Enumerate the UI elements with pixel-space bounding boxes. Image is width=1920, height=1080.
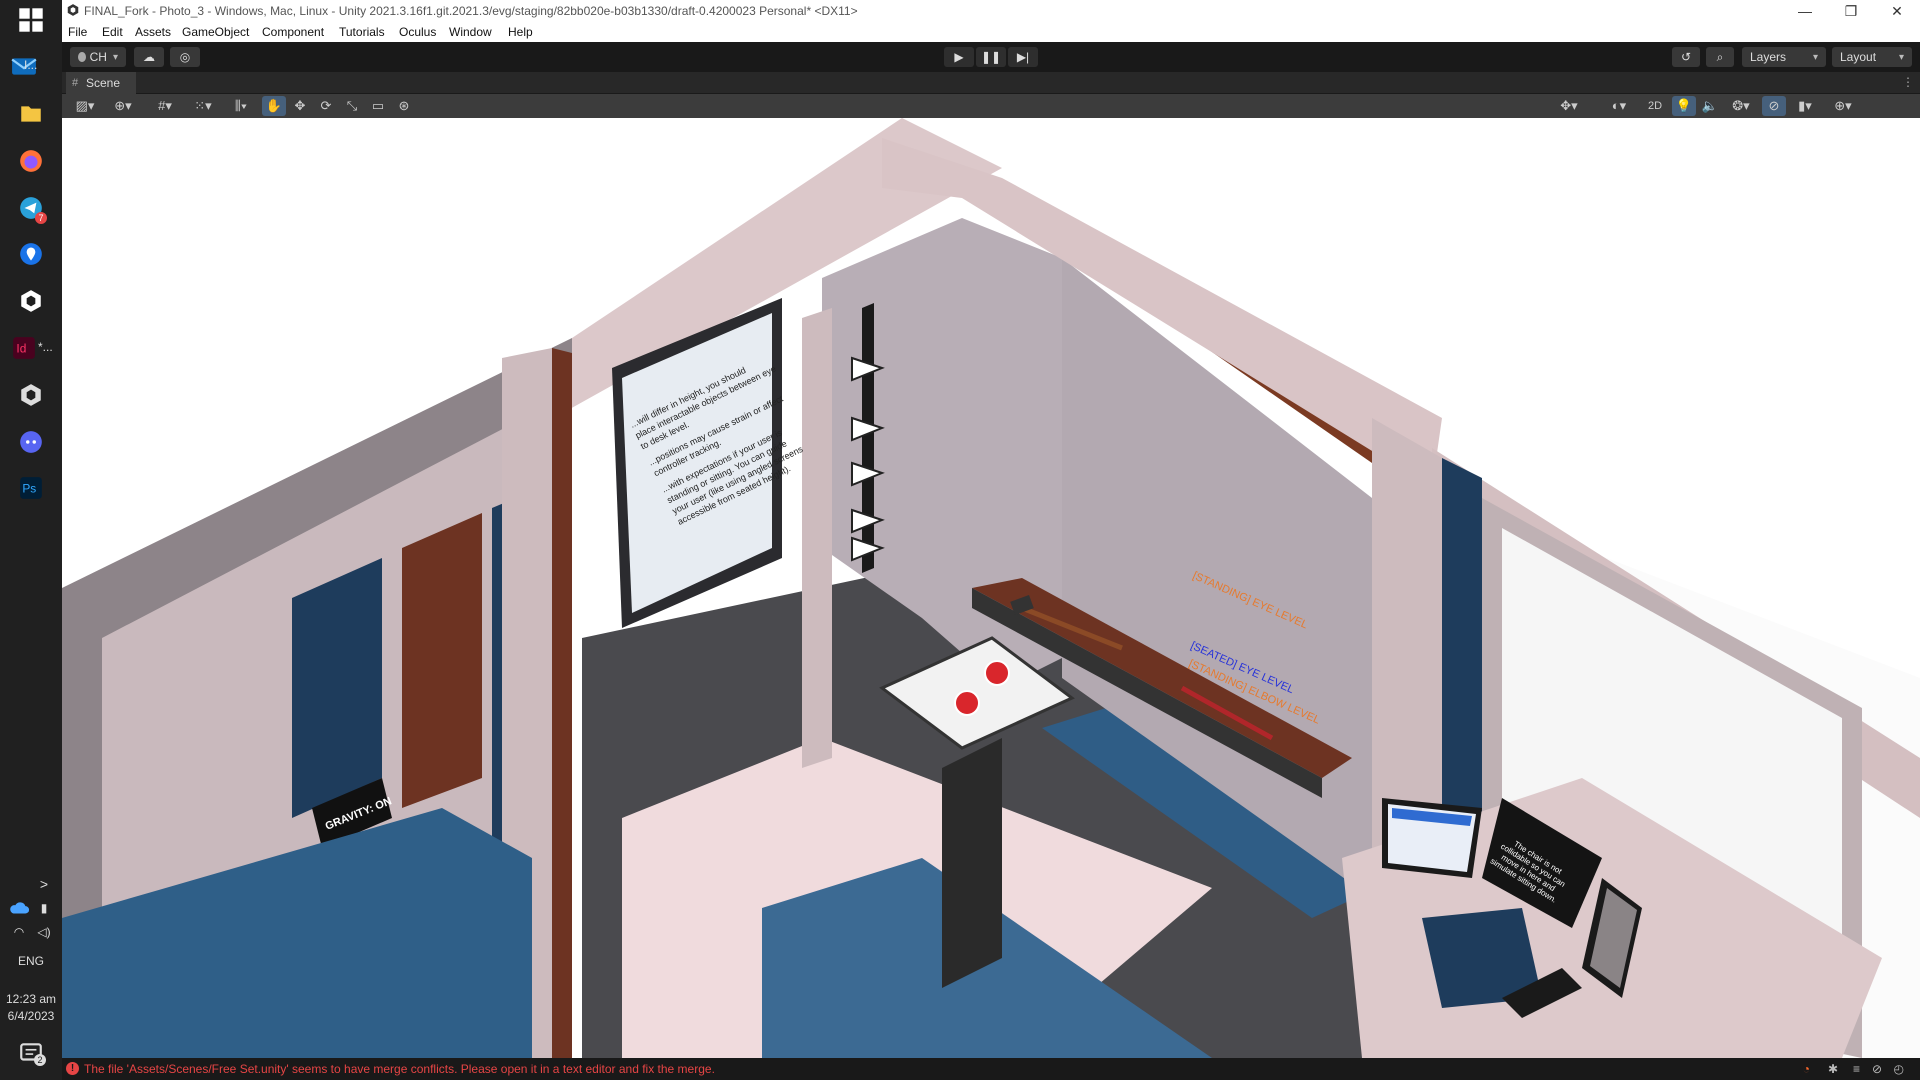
- telegram-badge: 7: [35, 212, 47, 224]
- move-tool-icon[interactable]: ✥: [288, 96, 312, 116]
- shading-mode-dropdown[interactable]: ◐▾: [1602, 96, 1636, 116]
- title-bar: FINAL_Fork - Photo_3 - Windows, Mac, Lin…: [62, 0, 1920, 22]
- close-window-button[interactable]: ✕: [1874, 0, 1920, 22]
- menu-tutorials[interactable]: Tutorials: [339, 25, 385, 39]
- wifi-tray-icon[interactable]: ◠: [8, 922, 30, 942]
- menu-edit[interactable]: Edit: [102, 25, 123, 39]
- layout-dropdown[interactable]: Layout: [1832, 47, 1912, 67]
- scale-tool-icon[interactable]: ⤡: [340, 96, 364, 116]
- discord-icon[interactable]: [13, 424, 49, 460]
- menu-assets[interactable]: Assets: [135, 25, 171, 39]
- windows-taskbar: I... 7 Id *... Ps > ▮ ◠ ◁) ENG 12:23 am …: [0, 0, 62, 1080]
- menu-gameobject[interactable]: GameObject: [182, 25, 249, 39]
- tab-menu-icon[interactable]: ⋮: [1902, 75, 1914, 89]
- layers-dropdown[interactable]: Layers: [1742, 47, 1826, 67]
- cloud-icon[interactable]: ☁: [134, 47, 164, 67]
- scene-tab-bar: Scene ⋮: [62, 72, 1920, 94]
- debug-icon[interactable]: ✱: [1828, 1062, 1838, 1076]
- menu-oculus[interactable]: Oculus: [399, 25, 436, 39]
- hand-tool-icon[interactable]: ✋: [262, 96, 286, 116]
- grid-visibility-dropdown[interactable]: ⁙▾: [186, 96, 220, 116]
- camera-settings-dropdown[interactable]: ▮▾: [1788, 96, 1822, 116]
- status-bar: ! The file 'Assets/Scenes/Free Set.unity…: [62, 1058, 1920, 1080]
- clock-date[interactable]: 6/4/2023: [0, 1009, 62, 1023]
- clock-time[interactable]: 12:23 am: [0, 992, 62, 1006]
- unity-editor-window: FINAL_Fork - Photo_3 - Windows, Mac, Lin…: [62, 0, 1920, 1080]
- collab-icon[interactable]: ◎: [170, 47, 200, 67]
- scene-visibility-icon[interactable]: ⊘: [1762, 96, 1786, 116]
- up-red-button: [984, 660, 1010, 686]
- menu-file[interactable]: File: [68, 25, 87, 39]
- progress-icon[interactable]: ◴: [1894, 1062, 1904, 1076]
- status-message[interactable]: The file 'Assets/Scenes/Free Set.unity' …: [84, 1062, 715, 1076]
- indesign-app-label: *...: [38, 340, 53, 354]
- notifications-icon[interactable]: 2: [18, 1040, 46, 1066]
- search-icon[interactable]: ⌕: [1706, 47, 1734, 67]
- button-pedestal: [942, 738, 1002, 988]
- cache-server-icon[interactable]: ≡: [1853, 1062, 1860, 1076]
- lighting-toggle-icon[interactable]: 💡: [1672, 96, 1696, 116]
- volume-tray-icon[interactable]: ◁): [34, 922, 54, 942]
- window-title: FINAL_Fork - Photo_3 - Windows, Mac, Lin…: [84, 4, 858, 18]
- photoshop-icon[interactable]: Ps: [13, 470, 49, 506]
- menu-component[interactable]: Component: [262, 25, 324, 39]
- menu-bar: File Edit Assets GameObject Component Tu…: [62, 22, 1920, 42]
- rotate-tool-icon[interactable]: ⟳: [314, 96, 338, 116]
- audio-toggle-icon[interactable]: 🔈: [1698, 96, 1722, 116]
- error-icon: !: [66, 1062, 79, 1075]
- indesign-icon[interactable]: Id: [6, 330, 42, 366]
- global-local-dropdown[interactable]: ⊕▾: [106, 96, 140, 116]
- onedrive-tray-icon[interactable]: [8, 898, 30, 918]
- pause-button[interactable]: ❚❚: [976, 47, 1006, 67]
- grid-snapping-dropdown[interactable]: #▾: [148, 96, 182, 116]
- layout-label: Layout: [1840, 50, 1877, 64]
- notification-count-badge: 2: [34, 1054, 46, 1066]
- toggle-2d-button[interactable]: 2D: [1642, 96, 1668, 116]
- unity-editor-icon[interactable]: [13, 377, 49, 413]
- scene-render: ...will differ in height, you should pla…: [62, 118, 1920, 1058]
- oculus-status-icon[interactable]: ◔: [1803, 1062, 1810, 1076]
- mail-app-label: I...: [24, 58, 38, 72]
- increment-snap-dropdown[interactable]: ⫼▾: [224, 96, 258, 116]
- account-label: CH: [89, 50, 107, 64]
- gizmo-orientation-dropdown[interactable]: ✥▾: [1552, 96, 1586, 116]
- windows-start-icon[interactable]: [13, 2, 49, 38]
- file-explorer-icon[interactable]: [13, 96, 49, 132]
- minimize-button[interactable]: —: [1782, 0, 1828, 22]
- tab-scene[interactable]: Scene: [66, 72, 136, 94]
- svg-text:Id: Id: [16, 341, 26, 355]
- menu-window[interactable]: Window: [449, 25, 492, 39]
- unity-logo-icon: [67, 4, 79, 16]
- telegram-icon[interactable]: 7: [13, 190, 49, 226]
- main-toolbar: CH ☁ ◎ ▶ ❚❚ ▶| ↺ ⌕ Layers Layout: [62, 42, 1920, 72]
- undo-history-icon[interactable]: ↺: [1672, 47, 1700, 67]
- menu-help[interactable]: Help: [508, 25, 533, 39]
- layers-label: Layers: [1750, 50, 1787, 64]
- show-hidden-icons-chevron[interactable]: >: [34, 866, 54, 902]
- svg-text:Ps: Ps: [22, 481, 36, 495]
- gizmos-dropdown[interactable]: ⊕▾: [1826, 96, 1860, 116]
- microphone-tray-icon[interactable]: ▮: [34, 898, 54, 918]
- auto-generate-icon[interactable]: ⊘: [1872, 1062, 1882, 1076]
- language-indicator[interactable]: ENG: [0, 954, 62, 968]
- transform-tool-icon[interactable]: ⊛: [392, 96, 416, 116]
- step-button[interactable]: ▶|: [1008, 47, 1038, 67]
- maximize-button[interactable]: ❐: [1828, 0, 1874, 22]
- maps-pin-icon[interactable]: [13, 236, 49, 272]
- scene-viewport[interactable]: ...will differ in height, you should pla…: [62, 118, 1920, 1058]
- account-icon: [78, 52, 86, 62]
- unity-hub-icon[interactable]: [13, 283, 49, 319]
- scene-view-toolbar: ▨▾ ⊕▾ #▾ ⁙▾ ⫼▾ ✋ ✥ ⟳ ⤡ ▭ ⊛ ✥▾ ◐▾ 2D 💡 🔈 …: [62, 94, 1920, 118]
- play-button[interactable]: ▶: [944, 47, 974, 67]
- draw-mode-dropdown[interactable]: ▨▾: [68, 96, 102, 116]
- account-dropdown[interactable]: CH: [70, 47, 126, 67]
- effects-dropdown[interactable]: ❂▾: [1724, 96, 1758, 116]
- rect-tool-icon[interactable]: ▭: [366, 96, 390, 116]
- down-red-button: [954, 690, 980, 716]
- firefox-icon[interactable]: [13, 143, 49, 179]
